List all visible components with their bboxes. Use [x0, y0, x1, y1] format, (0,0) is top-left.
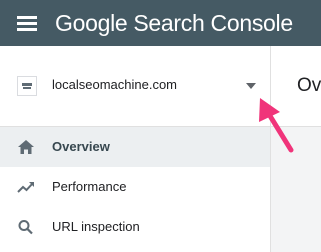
product-logo[interactable]: Google Search Console: [55, 10, 293, 37]
google-wordmark: Google: [55, 9, 128, 36]
trending-up-icon: [17, 182, 34, 193]
home-icon: [18, 140, 34, 154]
sidebar-item-label: Performance: [52, 179, 127, 194]
annotation-arrow-icon: [259, 98, 294, 153]
dropdown-caret-icon[interactable]: [246, 83, 256, 89]
sidebar-item-label: URL inspection: [52, 219, 140, 234]
property-selector[interactable]: localseomachine.com: [0, 46, 270, 127]
sidebar-item-overview[interactable]: Overview: [0, 127, 270, 167]
sidebar-item-url-inspection[interactable]: URL inspection: [0, 207, 270, 247]
product-name: Search Console: [133, 9, 293, 36]
search-icon: [18, 220, 33, 235]
property-name: localseomachine.com: [52, 77, 178, 92]
site-favicon-icon: [17, 76, 37, 96]
sidebar-item-performance[interactable]: Performance: [0, 167, 270, 207]
sidebar-nav: Overview Performance URL inspection: [0, 127, 270, 247]
sidebar: localseomachine.com Overview Performance…: [0, 46, 271, 252]
hamburger-menu-icon[interactable]: [17, 15, 39, 31]
page-title: Ov: [297, 75, 321, 96]
sidebar-item-label: Overview: [52, 139, 110, 154]
top-app-bar: Google Search Console: [0, 0, 321, 46]
